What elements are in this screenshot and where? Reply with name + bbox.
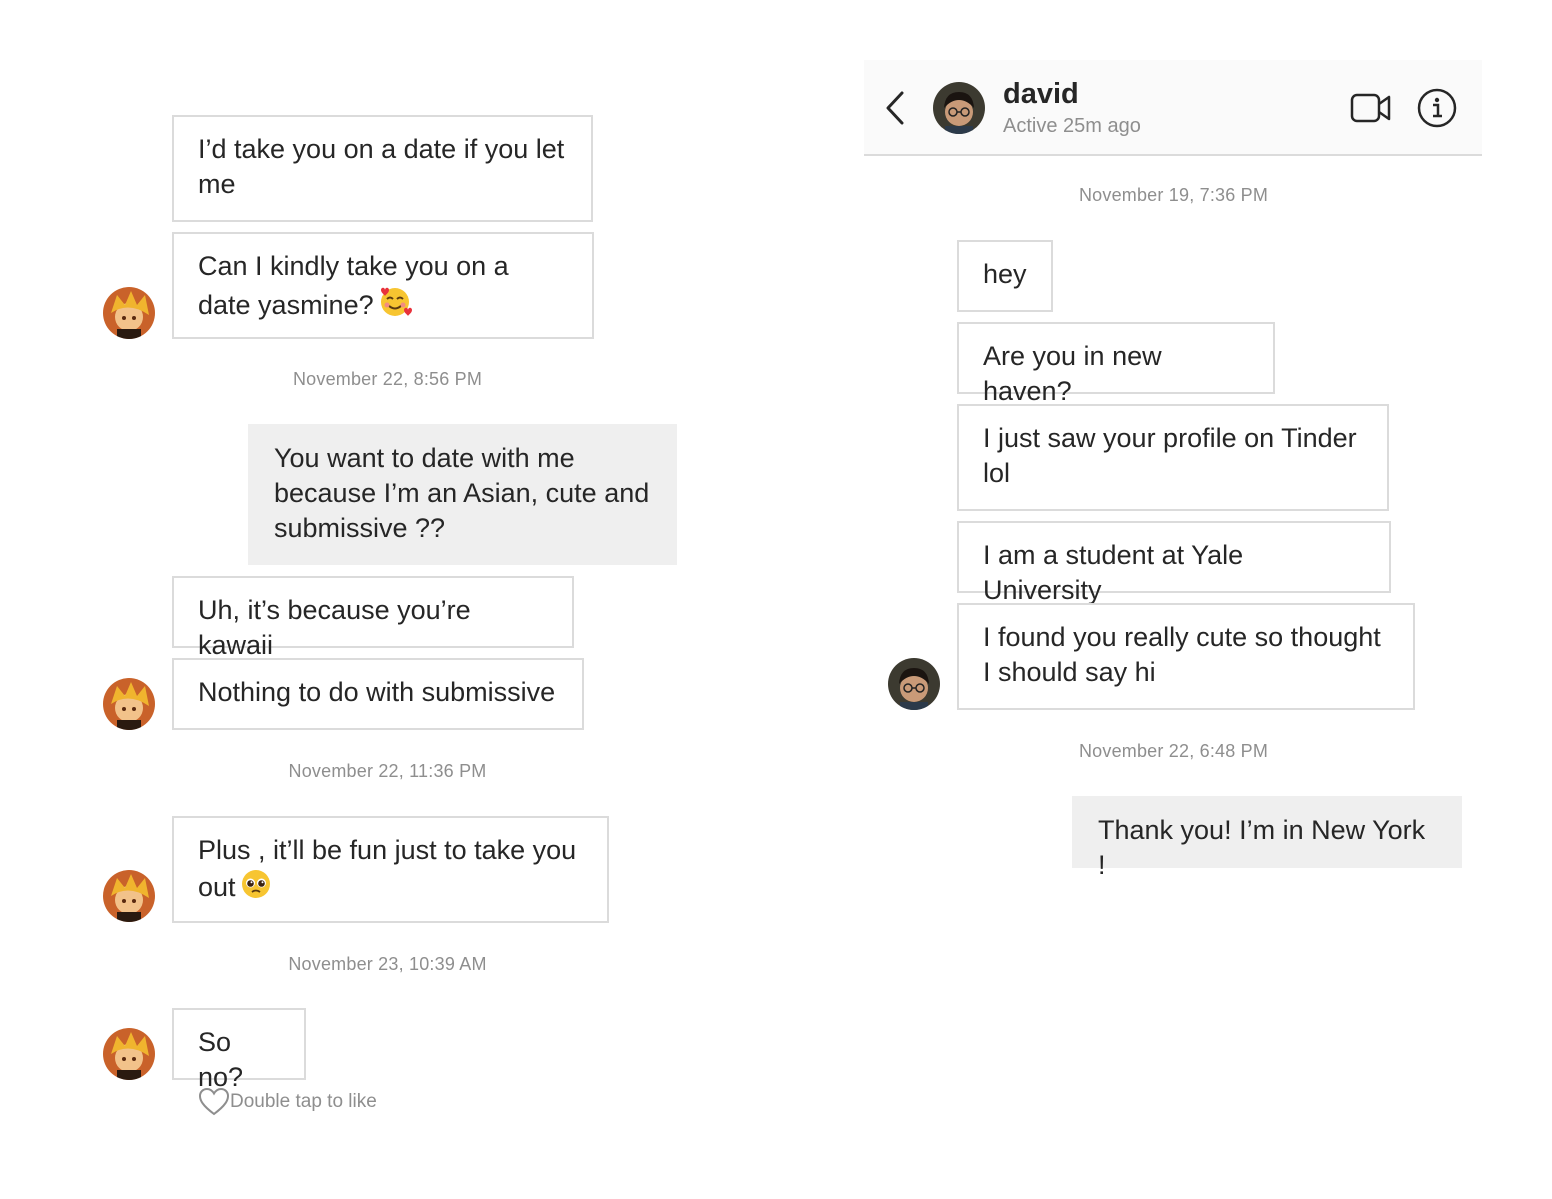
chat-header: david Active 25m ago [864,60,1482,156]
info-icon[interactable] [1416,87,1458,129]
message-text: I just saw your profile on Tinder lol [983,423,1357,488]
message-text: Uh, it’s because you’re kawaii [198,595,471,660]
timestamp: November 23, 10:39 AM [288,954,487,974]
received-message[interactable]: I’d take you on a date if you let me [172,115,593,222]
back-chevron-icon[interactable] [882,90,908,126]
received-message[interactable]: Are you in new haven? [957,322,1275,406]
received-message[interactable]: Can I kindly take you on a date yasmine? [172,232,594,339]
message-text: Thank you! I’m in New York ! [1098,815,1426,880]
timestamp: November 19, 7:36 PM [1078,185,1269,205]
received-message[interactable]: Nothing to do with submissive [172,658,584,730]
david-avatar[interactable] [888,658,940,710]
received-message[interactable]: I found you really cute so thought I sho… [957,603,1415,710]
message-text: Are you in new haven? [983,341,1162,406]
received-message[interactable]: hey [957,240,1053,312]
double-tap-like-hint[interactable]: Double tap to like [198,1087,377,1117]
video-call-icon[interactable] [1350,91,1392,125]
message-text: I found you really cute so thought I sho… [983,622,1381,687]
received-message[interactable]: I just saw your profile on Tinder lol [957,404,1389,511]
sent-message[interactable]: Thank you! I’m in New York ! [1072,796,1462,880]
contact-avatar[interactable] [103,1028,155,1080]
message-text: hey [983,259,1027,289]
contact-name: david [1003,78,1079,110]
sent-message[interactable]: You want to date with me because I’m an … [248,424,677,565]
contact-avatar[interactable] [103,678,155,730]
timestamp: November 22, 8:56 PM [292,369,483,389]
message-text: I’d take you on a date if you let me [198,134,565,199]
active-status: Active 25m ago [1003,115,1141,137]
timestamp: November 22, 11:36 PM [288,761,487,781]
timestamp: November 22, 6:48 PM [1078,741,1269,761]
contact-avatar[interactable] [103,870,155,922]
david-avatar[interactable] [933,82,985,134]
contact-avatar[interactable] [103,287,155,339]
received-message[interactable]: Plus , it’ll be fun just to take you out [172,816,609,923]
received-message[interactable]: Uh, it’s because you’re kawaii [172,576,574,660]
heart-icon[interactable] [198,1087,230,1117]
message-text: So no? [198,1027,244,1092]
message-text: I am a student at Yale University [983,540,1244,605]
received-message[interactable]: I am a student at Yale University [957,521,1391,605]
message-text: Can I kindly take you on a date yasmine? [198,251,509,320]
like-hint-text: Double tap to like [230,1091,377,1112]
pleading-face-icon [240,868,272,909]
message-text: Nothing to do with submissive [198,677,556,707]
received-message[interactable]: So no? [172,1008,306,1092]
smiling-face-with-hearts-icon [378,284,412,327]
message-text: You want to date with me because I’m an … [274,443,650,543]
